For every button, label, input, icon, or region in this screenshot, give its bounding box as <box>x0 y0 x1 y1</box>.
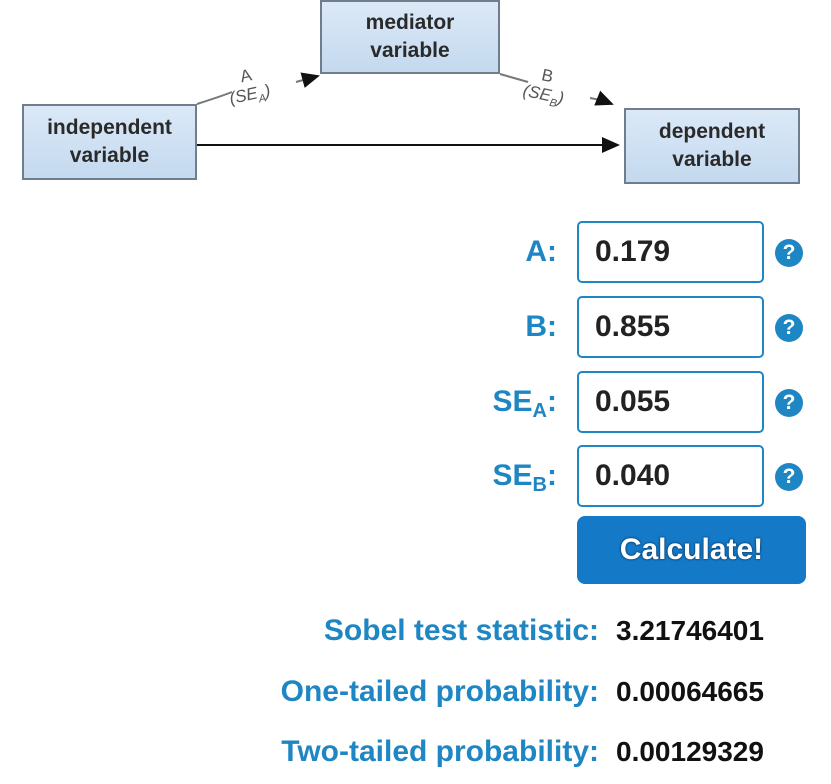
mediation-diagram: independent variable mediator variable d… <box>0 0 831 200</box>
a-label: A: <box>525 235 557 268</box>
se-b-label-colon: : <box>547 459 557 492</box>
se-a-label-sub: A <box>532 400 547 422</box>
box-line: variable <box>69 144 150 167</box>
row-se-b: SEB: ? <box>0 445 831 507</box>
row-se-a: SEA: ? <box>0 371 831 433</box>
se-a-label-main: SE <box>492 385 533 418</box>
se-a-input[interactable] <box>577 371 764 433</box>
question-circle-icon[interactable]: ? <box>775 239 803 267</box>
se-a-label-colon: : <box>547 385 557 418</box>
row-a: A: ? <box>0 221 831 283</box>
one-tailed-value: 0.00064665 <box>616 676 764 707</box>
se-b-label: SEB: <box>493 459 557 502</box>
se-b-label-sub: B <box>532 474 547 496</box>
row-b: B: ? <box>0 296 831 358</box>
b-label: B: <box>525 310 557 343</box>
sobel-value: 3.21746401 <box>616 615 764 646</box>
question-circle-icon[interactable]: ? <box>775 389 803 417</box>
dependent-variable-box: dependent variable <box>624 108 800 184</box>
mediator-variable-box: mediator variable <box>320 0 500 74</box>
one-tailed-label: One-tailed probability: <box>280 675 599 708</box>
a-input[interactable] <box>577 221 764 283</box>
se-a-label: SEA: <box>493 385 557 428</box>
two-tailed-label: Two-tailed probability: <box>281 735 599 768</box>
box-line: variable <box>370 39 450 62</box>
two-tailed-result-row: Two-tailed probability: 0.00129329 <box>0 732 831 772</box>
question-circle-icon[interactable]: ? <box>775 463 803 491</box>
sobel-result-row: Sobel test statistic: 3.21746401 <box>0 611 831 651</box>
box-line: independent <box>47 116 172 139</box>
box-line: dependent <box>658 120 766 143</box>
independent-variable-box: independent variable <box>22 104 197 180</box>
se-b-input[interactable] <box>577 445 764 507</box>
calculate-button[interactable]: Calculate! <box>577 516 806 584</box>
b-input[interactable] <box>577 296 764 358</box>
se-b-label-main: SE <box>492 459 533 492</box>
question-circle-icon[interactable]: ? <box>775 314 803 342</box>
box-line: variable <box>672 148 752 171</box>
box-line: mediator <box>365 11 455 34</box>
one-tailed-result-row: One-tailed probability: 0.00064665 <box>0 672 831 712</box>
two-tailed-value: 0.00129329 <box>616 736 764 767</box>
sobel-label: Sobel test statistic: <box>323 614 599 647</box>
